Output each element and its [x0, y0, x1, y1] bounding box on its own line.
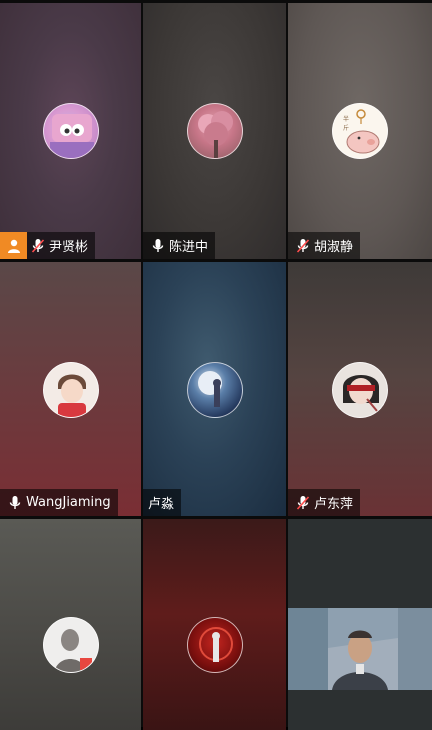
name-tag: 尹贤彬: [0, 232, 96, 259]
microphone-muted-icon: [292, 489, 314, 516]
host-person-icon: [0, 232, 27, 259]
avatar: [42, 362, 99, 418]
svg-text:半: 半: [343, 115, 349, 123]
participant-name: 胡淑静: [314, 240, 354, 255]
blindfold-girl-image: [343, 375, 379, 412]
participant-tile-9[interactable]: [288, 519, 432, 730]
microphone-muted-icon: [292, 232, 314, 259]
participant-tile-2[interactable]: 陈进中: [143, 3, 286, 259]
svg-text:斤: 斤: [343, 124, 349, 132]
participant-tile-6[interactable]: 卢东萍: [288, 262, 432, 516]
avatar: [186, 362, 243, 418]
participant-name: WangJiaming: [26, 495, 111, 510]
microphone-muted-icon: [27, 232, 49, 259]
name-tag: 卢淼: [143, 489, 182, 516]
live-camera-video: [288, 608, 432, 690]
microphone-icon: [147, 232, 169, 259]
participant-tile-8[interactable]: [143, 519, 286, 730]
name-tag: 卢东萍: [288, 489, 361, 516]
participant-tile-4[interactable]: WangJiaming: [0, 262, 141, 516]
participant-tile-3[interactable]: 斤 半 胡淑静: [288, 3, 432, 259]
participant-name: 卢东萍: [314, 497, 354, 512]
cartoon-avatar-image: [49, 114, 94, 158]
portrait-man-image: [54, 629, 92, 672]
avatar: [186, 103, 243, 159]
red-fantasy-image: [198, 627, 233, 662]
participant-tile-7[interactable]: [0, 519, 141, 730]
video-grid: 尹贤彬 陈进中 斤 半 胡淑静 WangJiaming 卢淼 卢东萍: [0, 0, 432, 730]
participant-name: 卢淼: [148, 497, 175, 512]
participant-tile-1[interactable]: 尹贤彬: [0, 3, 141, 259]
avatar: [332, 362, 388, 418]
anime-boy-image: [57, 374, 86, 417]
participant-name: 尹贤彬: [49, 240, 89, 255]
name-tag: WangJiaming: [0, 489, 118, 516]
microphone-icon: [4, 489, 26, 516]
camera-feed-image: [288, 608, 432, 690]
moon-anime-image: [197, 371, 222, 407]
avatar: [42, 617, 99, 673]
piggy-cartoon-image: 斤 半: [343, 109, 380, 154]
name-tag: 陈进中: [143, 232, 216, 259]
avatar: [42, 103, 99, 159]
blossom-tree-image: [197, 111, 233, 158]
participant-tile-5[interactable]: 卢淼: [143, 262, 286, 516]
avatar: [186, 617, 243, 673]
participant-name: 陈进中: [169, 240, 209, 255]
name-tag: 胡淑静: [288, 232, 361, 259]
avatar: 斤 半: [332, 103, 388, 159]
